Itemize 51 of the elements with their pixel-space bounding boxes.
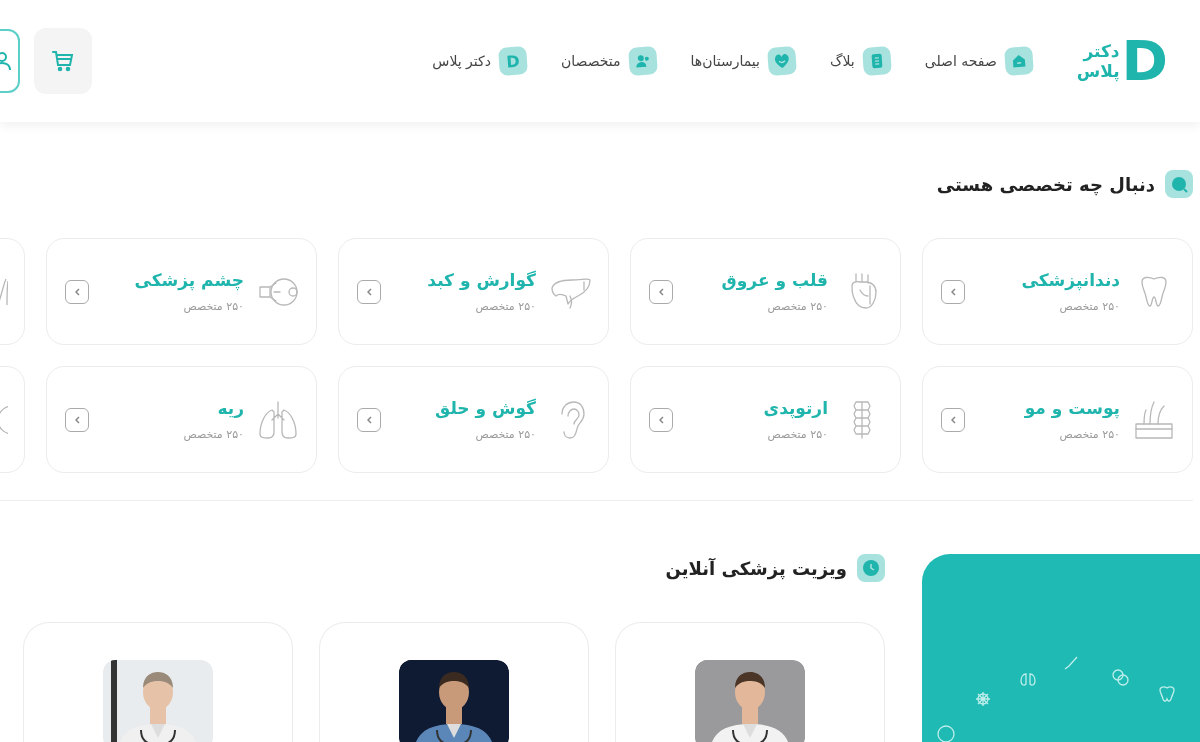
search-icon xyxy=(1169,174,1189,194)
nav-link[interactable]: صفحه اصلی xyxy=(924,47,1033,75)
chevron-button[interactable] xyxy=(65,279,89,304)
specialist-count: ۲۵۰ متخصص xyxy=(766,300,828,313)
specialist-count: ۲۵۰ متخصص xyxy=(474,428,536,441)
specialty-title: چشم پزشکی xyxy=(133,270,244,290)
specialty-card[interactable]: گوارش و کبد ۲۵۰ متخصص xyxy=(338,238,609,345)
chevron-left-icon xyxy=(950,415,956,424)
specialist-count: ۲۵۰ متخصص xyxy=(1058,428,1120,441)
chevron-left-icon xyxy=(74,287,80,296)
brand-badge: D xyxy=(498,46,528,76)
specialty-card[interactable]: پوست و مو ۲۵۰ متخصص xyxy=(922,366,1193,473)
chevron-button[interactable] xyxy=(649,279,673,304)
chevron-button[interactable] xyxy=(649,407,673,432)
clock-icon xyxy=(861,558,881,578)
chevron-left-icon xyxy=(366,287,372,296)
chevron-button[interactable] xyxy=(65,407,89,432)
chevron-button[interactable] xyxy=(357,279,381,304)
section-title: دنبال چه تخصصی هستی xyxy=(936,173,1155,195)
specialist-count: ۲۵۰ متخصص xyxy=(1058,300,1120,313)
specialty-title: ریه xyxy=(216,398,244,418)
specialty-card[interactable]: ریه ۲۵۰ متخصص xyxy=(46,366,317,473)
specialty-title: گوش و حلق xyxy=(434,398,536,418)
specialist-count: ۲۵۰ متخصص xyxy=(474,300,536,313)
specialist-count: ۲۵۰ متخصص xyxy=(766,428,828,441)
chevron-left-icon xyxy=(366,415,372,424)
cart-button[interactable] xyxy=(34,28,92,94)
specialty-card[interactable]: گوش و حلق ۲۵۰ متخصص xyxy=(338,366,609,473)
specialty-title: پوست و مو xyxy=(1023,398,1120,418)
nav-link[interactable]: بیمارستان‌ها xyxy=(690,47,796,75)
chevron-button[interactable] xyxy=(357,407,381,432)
chevron-left-icon xyxy=(950,287,956,296)
specialty-card[interactable]: ارتوپدی ۲۵۰ متخصص xyxy=(630,366,901,473)
chevron-left-icon xyxy=(74,415,80,424)
specialist-count: ۲۵۰ متخصص xyxy=(182,300,244,313)
doctor-card[interactable] xyxy=(319,622,589,742)
chevron-button[interactable] xyxy=(941,279,965,304)
chevron-left-icon xyxy=(658,287,664,296)
cart-icon xyxy=(51,49,75,73)
specialty-card[interactable]: قلب و عروق ۲۵۰ متخصص xyxy=(630,238,901,345)
specialty-card[interactable]: چشم پزشکی ۲۵۰ متخصص xyxy=(46,238,317,345)
specialty-title: دندانپزشکی xyxy=(1020,270,1120,290)
specialty-card[interactable]: دندانپزشکی ۲۵۰ متخصص xyxy=(922,238,1193,345)
specialist-count: ۲۵۰ متخصص xyxy=(182,428,244,441)
specialty-title: گوارش و کبد xyxy=(426,270,536,290)
specialty-title: قلب و عروق xyxy=(720,270,828,290)
chevron-left-icon xyxy=(658,415,664,424)
section-title: ویزیت پزشکی آنلاین xyxy=(665,557,847,579)
chevron-button[interactable] xyxy=(941,407,965,432)
specialty-title: ارتوپدی xyxy=(762,398,828,418)
nav-link[interactable]: متخصصان xyxy=(560,47,657,75)
